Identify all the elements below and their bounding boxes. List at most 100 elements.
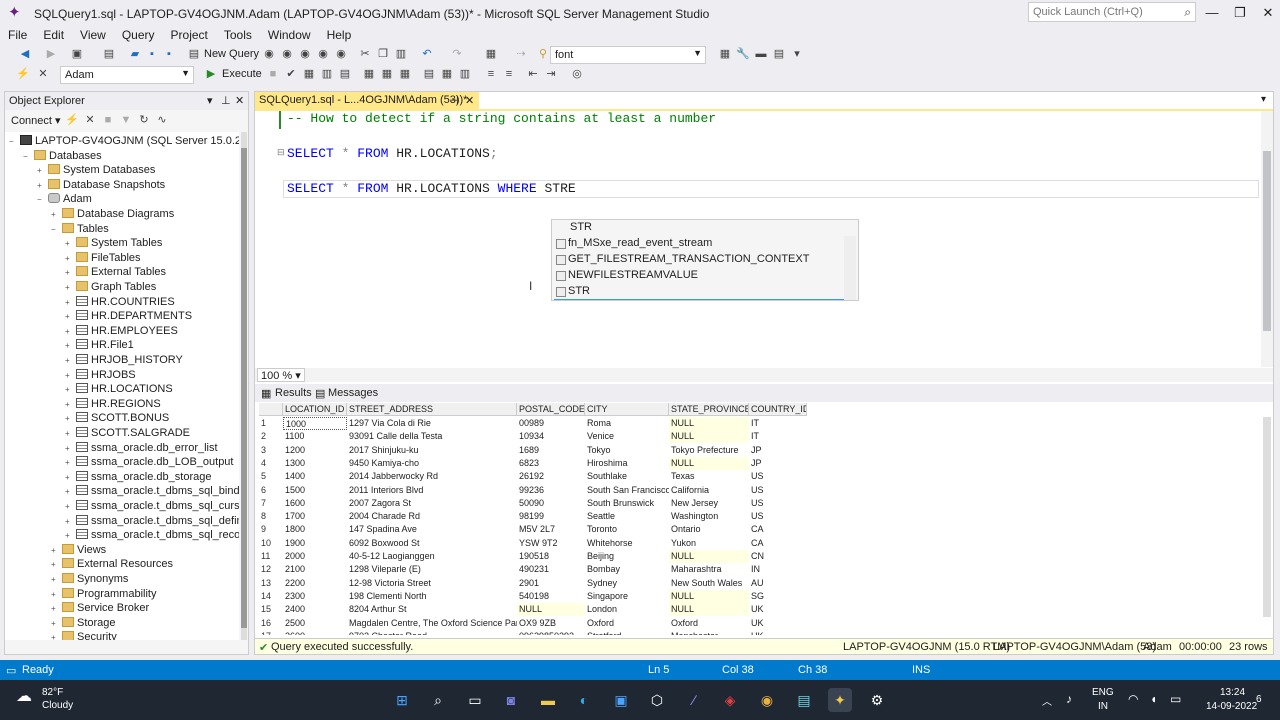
forward-icon[interactable]: ▶ bbox=[44, 47, 58, 61]
column-header[interactable]: STATE_PROVINCE bbox=[669, 403, 749, 416]
grid-cell[interactable]: Magdalen Centre, The Oxford Science Park bbox=[347, 617, 517, 630]
specify-values-icon[interactable]: ◎ bbox=[570, 67, 584, 81]
close-icon[interactable]: ✕ bbox=[235, 94, 244, 107]
tree-node[interactable]: + HR.File1 bbox=[65, 338, 134, 353]
tree-node[interactable]: + Synonyms bbox=[51, 572, 128, 587]
tree-node[interactable]: + External Tables bbox=[65, 265, 166, 280]
grid-cell[interactable]: UK bbox=[749, 603, 807, 616]
intellisense-item[interactable]: GET_FILESTREAM_TRANSACTION_CONTEXT bbox=[554, 252, 844, 268]
expand-icon[interactable]: + bbox=[65, 441, 75, 456]
intellisense-item-selected[interactable]: STR bbox=[554, 284, 844, 300]
grid-cell[interactable]: Yukon bbox=[669, 537, 749, 550]
expand-icon[interactable]: + bbox=[51, 630, 61, 640]
grid-cell[interactable]: 1600 bbox=[283, 497, 347, 510]
tree-node[interactable]: + SCOTT.SALGRADE bbox=[65, 426, 190, 441]
grid-cell[interactable]: 2500 bbox=[283, 617, 347, 630]
collapse-icon[interactable]: ⊟ bbox=[277, 147, 285, 158]
row-number[interactable]: 17 bbox=[259, 630, 283, 635]
grid-cell[interactable]: 2007 Zagora St bbox=[347, 497, 517, 510]
grid-cell[interactable]: 490231 bbox=[517, 563, 585, 576]
tree-node[interactable]: + Security bbox=[51, 630, 117, 640]
row-number[interactable]: 2 bbox=[259, 430, 283, 443]
grid-cell[interactable]: 99236 bbox=[517, 484, 585, 497]
battery-icon[interactable]: ▭ bbox=[1170, 692, 1181, 706]
maximize-button[interactable]: ❐ bbox=[1226, 3, 1254, 23]
grid-cell[interactable]: 1700 bbox=[283, 510, 347, 523]
query-designer-icon[interactable]: ▥ bbox=[320, 67, 334, 81]
task-view-icon[interactable]: ▭ bbox=[463, 688, 487, 712]
undo-icon[interactable]: ↶ bbox=[420, 47, 434, 61]
grid-cell[interactable]: South San Francisco bbox=[585, 484, 669, 497]
grid-cell[interactable]: 1298 Vileparle (E) bbox=[347, 563, 517, 576]
find-in-files-icon[interactable]: ⚲ bbox=[536, 47, 550, 61]
grid-cell[interactable]: 40-5-12 Laogianggen bbox=[347, 550, 517, 563]
tree-node[interactable]: + HR.LOCATIONS bbox=[65, 382, 173, 397]
menu-view[interactable]: View bbox=[72, 27, 114, 43]
row-number[interactable]: 13 bbox=[259, 577, 283, 590]
grid-cell[interactable]: 1200 bbox=[283, 444, 347, 457]
tab-results[interactable]: Results bbox=[275, 387, 312, 399]
expand-icon[interactable]: + bbox=[65, 368, 75, 383]
grid-cell[interactable]: YSW 9T2 bbox=[517, 537, 585, 550]
grid-cell[interactable]: CN bbox=[749, 550, 807, 563]
pin-icon[interactable]: ⊥ bbox=[221, 94, 231, 107]
expand-icon[interactable]: + bbox=[65, 455, 75, 470]
expand-icon[interactable]: + bbox=[65, 265, 75, 280]
grid-cell[interactable]: 26192 bbox=[517, 470, 585, 483]
expand-icon[interactable]: + bbox=[65, 324, 75, 339]
client-stats-icon[interactable]: ▦ bbox=[398, 67, 412, 81]
grid-cell[interactable]: NULL bbox=[669, 603, 749, 617]
scrollbar-thumb[interactable] bbox=[1263, 151, 1271, 331]
back-icon[interactable]: ◀ bbox=[18, 47, 32, 61]
store-icon[interactable]: ▣ bbox=[609, 688, 633, 712]
menu-help[interactable]: Help bbox=[319, 27, 360, 43]
menu-project[interactable]: Project bbox=[163, 27, 216, 43]
grid-cell[interactable]: South Brunswick bbox=[585, 497, 669, 510]
grid-cell[interactable]: OX9 9ZB bbox=[517, 617, 585, 630]
row-number[interactable]: 14 bbox=[259, 590, 283, 603]
redo-icon[interactable]: ↷ bbox=[450, 47, 464, 61]
properties-icon[interactable]: 🔧 bbox=[736, 47, 750, 61]
display-plan-icon[interactable]: ▦ bbox=[302, 67, 316, 81]
language-1[interactable]: ENG bbox=[1092, 687, 1114, 698]
tab-messages[interactable]: Messages bbox=[328, 387, 378, 399]
tree-node[interactable]: − LAPTOP-GV4OGJNM (SQL Server 15.0.2000.5 bbox=[9, 134, 239, 149]
grid-cell[interactable]: 1000 bbox=[283, 417, 347, 430]
tree-node[interactable]: + FileTables bbox=[65, 251, 141, 266]
row-number[interactable]: 8 bbox=[259, 510, 283, 523]
open-file-icon[interactable]: ▤ bbox=[102, 47, 116, 61]
column-header[interactable]: CITY bbox=[585, 403, 669, 416]
grid-cell[interactable]: 1900 bbox=[283, 537, 347, 550]
grid-cell[interactable]: 10934 bbox=[517, 430, 585, 443]
grid-cell[interactable]: 2901 bbox=[517, 577, 585, 590]
expand-icon[interactable]: + bbox=[65, 470, 75, 485]
grid-cell[interactable]: 2200 bbox=[283, 577, 347, 590]
tree-node[interactable]: + HR.COUNTRIES bbox=[65, 295, 175, 310]
comment-icon[interactable]: ≡ bbox=[484, 67, 498, 81]
grid-cell[interactable]: Venice bbox=[585, 430, 669, 443]
tree-node[interactable]: + SCOTT.BONUS bbox=[65, 411, 169, 426]
connect-icon[interactable]: ⚡ bbox=[16, 67, 30, 81]
grid-cell[interactable]: NULL bbox=[669, 456, 749, 470]
tree-node[interactable]: − Databases bbox=[23, 149, 102, 164]
grid-cell[interactable]: Washington bbox=[669, 510, 749, 523]
menu-tools[interactable]: Tools bbox=[216, 27, 260, 43]
expand-icon[interactable]: + bbox=[51, 616, 61, 631]
grid-cell[interactable]: US bbox=[749, 510, 807, 523]
live-stats-icon[interactable]: ▦ bbox=[380, 67, 394, 81]
close-tab-icon[interactable]: ✕ bbox=[465, 94, 474, 107]
row-number[interactable]: 3 bbox=[259, 444, 283, 457]
query-das-icon[interactable]: ◉ bbox=[334, 47, 348, 61]
teams-icon[interactable]: ◙ bbox=[499, 688, 523, 712]
grid-cell[interactable]: 6092 Boxwood St bbox=[347, 537, 517, 550]
grid-cell[interactable]: Oxford bbox=[669, 617, 749, 630]
collapse-icon[interactable]: − bbox=[51, 222, 61, 237]
quick-launch-input[interactable]: Quick Launch (Ctrl+Q) ⌕ bbox=[1028, 2, 1196, 22]
dropdown-icon[interactable]: ▾ bbox=[207, 94, 213, 107]
tree-node[interactable]: + Graph Tables bbox=[65, 280, 156, 295]
activity-icon[interactable]: ∿ bbox=[155, 113, 169, 127]
tab-list-icon[interactable]: ▾ bbox=[1261, 94, 1266, 105]
collapse-icon[interactable]: − bbox=[23, 149, 33, 164]
grid-cell[interactable]: Bombay bbox=[585, 563, 669, 576]
grid-cell[interactable]: 147 Spadina Ave bbox=[347, 523, 517, 536]
